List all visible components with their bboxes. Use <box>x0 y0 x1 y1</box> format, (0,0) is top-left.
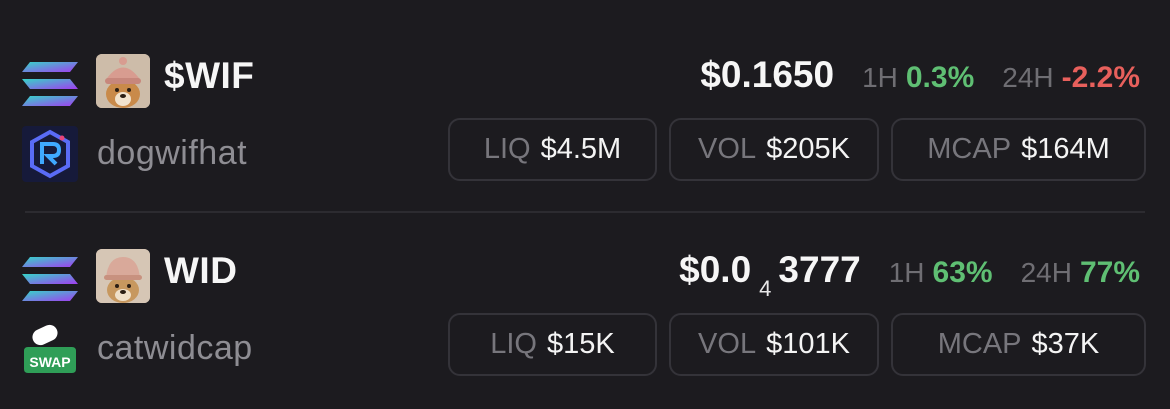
mcap-label: MCAP <box>937 328 1022 360</box>
raydium-icon <box>22 126 78 182</box>
dog-with-knit-hat-avatar <box>96 54 150 108</box>
token-price: $0.0 4 3777 <box>679 249 861 301</box>
change-1h-label: 1H <box>862 62 898 93</box>
change-1h-label: 1H <box>888 257 925 288</box>
vol-value: $101K <box>766 328 850 360</box>
liq-value: $15K <box>547 328 615 360</box>
solana-icon <box>22 62 78 106</box>
change-1h-value: 63% <box>932 256 993 289</box>
change-1h-value: 0.3% <box>905 61 975 94</box>
liq-label: LIQ <box>483 133 531 165</box>
token-symbol: WID <box>164 250 238 291</box>
token-symbol: $WIF <box>164 55 255 96</box>
liquidity-badge: LIQ $4.5M <box>448 118 657 181</box>
market-cap-badge: MCAP $37K <box>891 313 1146 376</box>
price-suffix: 3777 <box>778 249 861 290</box>
row-divider <box>25 211 1145 213</box>
token-row-wif[interactable]: $WIF dogwifhat $0.1650 1H 0.3% 24H -2.2%… <box>0 34 1170 214</box>
token-name: catwidcap <box>97 329 253 367</box>
liq-label: LIQ <box>490 328 537 360</box>
market-cap-badge: MCAP $164M <box>891 118 1146 181</box>
price-prefix: $0.0 <box>679 249 752 290</box>
price-value: $0.1650 <box>700 54 835 95</box>
change-24h-label: 24H <box>1020 257 1072 288</box>
volume-badge: VOL $205K <box>669 118 879 181</box>
vol-label: VOL <box>698 328 757 360</box>
token-name: dogwifhat <box>97 134 248 172</box>
price-zero-count: 4 <box>759 276 772 301</box>
vol-label: VOL <box>698 133 757 165</box>
volume-badge: VOL $101K <box>669 313 879 376</box>
price-line: $0.0 4 3777 1H 63% 24H 77% <box>679 249 1140 301</box>
liquidity-badge: LIQ $15K <box>448 313 657 376</box>
mcap-value: $37K <box>1031 328 1100 360</box>
token-price: $0.1650 <box>700 54 834 96</box>
solana-icon <box>22 257 78 301</box>
change-24h-value: -2.2% <box>1061 61 1140 94</box>
vol-value: $205K <box>766 133 850 165</box>
mcap-label: MCAP <box>927 133 1012 165</box>
dog-with-cap-avatar <box>96 249 150 303</box>
price-line: $0.1650 1H 0.3% 24H -2.2% <box>700 54 1140 96</box>
svg-text:SWAP: SWAP <box>29 354 70 370</box>
change-24h-value: 77% <box>1079 256 1140 289</box>
liq-value: $4.5M <box>540 133 622 165</box>
change-24h-label: 24H <box>1002 62 1054 93</box>
mcap-value: $164M <box>1021 133 1110 165</box>
swap-pill-icon: SWAP <box>24 324 76 373</box>
token-row-wid[interactable]: WID SWAP catwidcap $0.0 4 3777 1H 63% 24H … <box>0 229 1170 409</box>
